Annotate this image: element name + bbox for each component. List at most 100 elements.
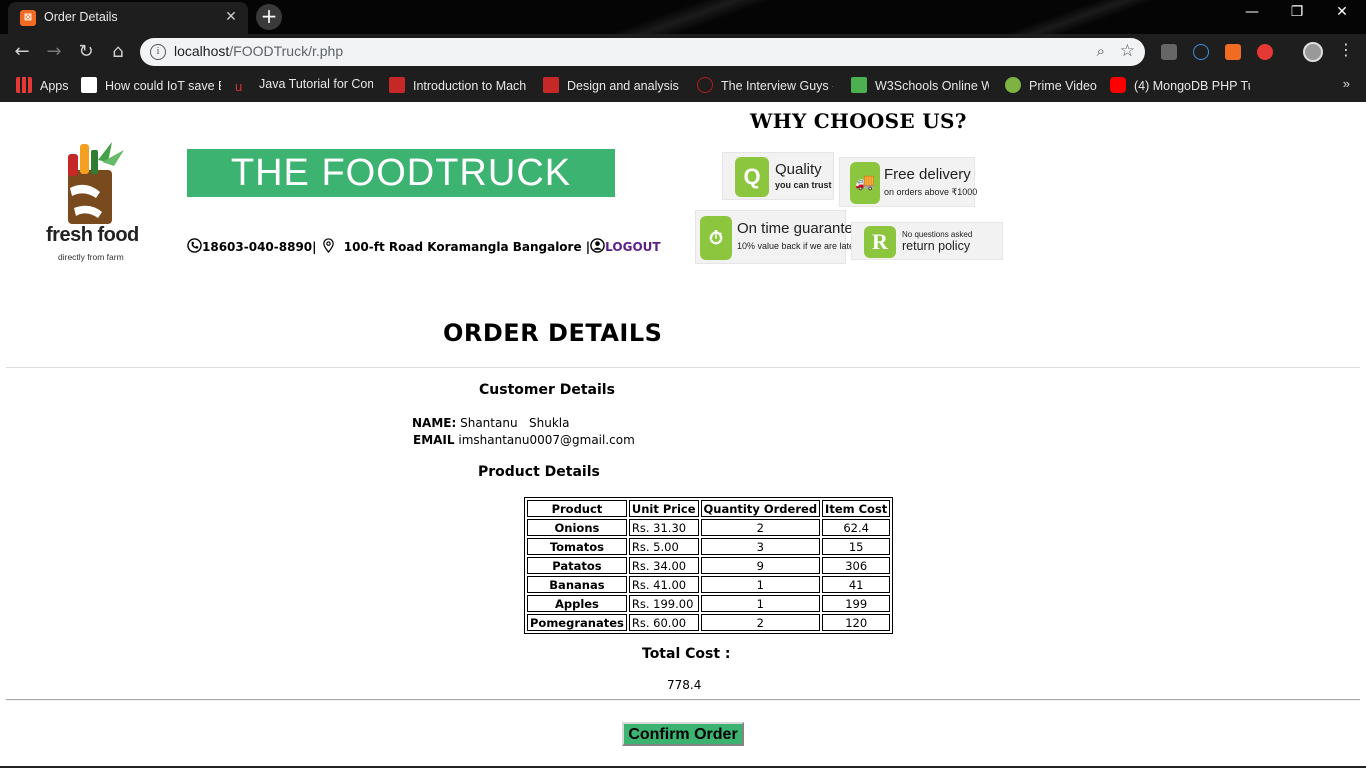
menu-kebab-icon[interactable]: ⋮ [1338,40,1354,59]
tab-title: Order Details [44,10,118,24]
badge-subtitle: No questions asked [902,230,973,239]
on-time-badge: ⏱ On time guarantee 10% value back if we… [695,210,861,264]
browser-tab-bar: ⊠ Order Details ✕ + — ❐ ✕ [0,0,1366,34]
free-delivery-badge: 🚚 Free delivery on orders above ₹1000 [839,157,978,207]
cost-cell: 199 [822,595,891,612]
fresh-food-logo: fresh food directly from farm [40,132,148,264]
cost-cell: 120 [822,614,891,631]
price-cell: Rs. 60.00 [628,614,699,631]
tab-close-icon[interactable]: ✕ [222,8,240,26]
customer-email-row: EMAIL imshantanu0007@gmail.com [413,433,635,447]
brand-banner: THE FOODTRUCK [187,149,615,197]
background-decoration [560,0,820,34]
delivery-truck-icon: 🚚 [850,162,880,204]
extension-icon[interactable] [1161,44,1177,60]
minimize-button[interactable]: — [1230,4,1274,20]
logo-tagline: directly from farm [58,252,124,262]
bookmark-item[interactable]: Prime Video [1005,77,1105,93]
why-choose-us-heading: WHY CHOOSE US? [750,109,967,133]
product-cell: Pomegranates [527,614,627,631]
customer-name: Shantanu Shukla [460,416,570,430]
url-text[interactable]: localhost/FOODTruck/r.php [174,43,343,59]
bookmark-star-icon[interactable]: ☆ [1120,41,1135,61]
back-arrow-icon[interactable]: ← [10,40,34,64]
product-cell: Apples [527,595,627,612]
bookmark-item[interactable]: Introduction to Mach [389,77,527,93]
table-header-row: Product Unit Price Quantity Ordered Item… [527,500,891,517]
divider [6,699,1360,701]
forward-arrow-icon[interactable]: → [42,40,66,64]
badge-title: Free delivery [884,166,971,183]
price-cell: Rs. 199.00 [628,595,699,612]
divider [6,367,1360,368]
cost-cell: 306 [822,557,891,574]
bookmark-item[interactable]: u Java Tutorial for Com [235,77,373,95]
badge-title: Quality [775,161,822,178]
confirm-order-button[interactable]: Confirm Order [622,722,744,746]
extension-lock-icon[interactable] [1225,44,1241,60]
cost-cell: 15 [822,538,891,555]
apps-grid-icon [16,77,32,93]
bookmarks-overflow-icon[interactable]: » [1343,76,1350,91]
cost-cell: 62.4 [822,519,891,536]
bookmark-favicon-icon [543,77,559,93]
home-icon[interactable]: ⌂ [106,40,130,64]
badge-title: return policy [902,239,971,253]
browser-tab[interactable]: ⊠ Order Details ✕ [8,2,248,34]
new-tab-button[interactable]: + [256,4,282,30]
xampp-favicon-icon: ⊠ [20,10,36,26]
product-cell: Onions [527,519,627,536]
bookmark-item[interactable]: How could IoT save E [81,77,221,93]
phone-icon [187,238,202,253]
close-window-button[interactable]: ✕ [1320,4,1364,20]
badge-title: On time guarantee [737,220,862,237]
udemy-icon: u [235,79,243,94]
price-cell: Rs. 5.00 [628,538,699,555]
logout-link[interactable]: LOGOUT [605,240,660,254]
site-info-icon[interactable]: i [150,44,166,60]
cost-cell: 41 [822,576,891,593]
page-content: fresh food directly from farm THE FOODTR… [0,102,1366,768]
bookmark-item[interactable]: Design and analysis o [543,77,681,93]
bookmark-label: The Interview Guys - [721,79,833,93]
qty-cell: 3 [700,538,821,555]
logo-text: fresh food [46,224,139,246]
bookmark-item[interactable]: The Interview Guys - [697,77,833,93]
page-title: ORDER DETAILS [443,319,663,347]
play-icon [1005,77,1021,93]
product-cell: Bananas [527,576,627,593]
bookmark-label: Prime Video [1029,79,1097,93]
product-cell: Tomatos [527,538,627,555]
column-header: Quantity Ordered [700,500,821,517]
badge-subtitle: on orders above ₹1000 [884,187,978,197]
qty-cell: 2 [700,614,821,631]
stopwatch-icon: ⏱ [700,216,732,260]
bookmark-item[interactable]: (4) MongoDB PHP Tu [1110,77,1250,93]
reload-icon[interactable]: ↻ [74,40,98,64]
column-header: Item Cost [822,500,891,517]
address-bar[interactable]: i localhost/FOODTruck/r.php ⌕ ☆ [140,38,1145,66]
restore-button[interactable]: ❐ [1275,4,1319,20]
bookmark-item[interactable]: W3Schools Online W [851,77,989,93]
qty-cell: 9 [700,557,821,574]
w3schools-icon [851,77,867,93]
name-label: NAME: [412,416,457,430]
bookmark-apps[interactable]: Apps [16,77,69,93]
total-cost-label: Total Cost : [642,646,731,662]
table-row: Bananas Rs. 41.00 1 41 [527,576,891,593]
extension-wifi-icon[interactable] [1193,44,1209,60]
profile-avatar[interactable] [1303,42,1323,62]
bookmark-label: Java Tutorial for Com [259,77,373,91]
table-row: Patatos Rs. 34.00 9 306 [527,557,891,574]
table-row: Tomatos Rs. 5.00 3 15 [527,538,891,555]
extension-block-icon[interactable] [1257,44,1273,60]
price-cell: Rs. 41.00 [628,576,699,593]
table-row: Pomegranates Rs. 60.00 2 120 [527,614,891,631]
bookmark-label: W3Schools Online W [875,79,989,93]
bookmark-label: Apps [40,79,69,93]
badge-subtitle: you can trust [775,180,832,190]
zoom-icon[interactable]: ⌕ [1097,42,1105,60]
table-row: Onions Rs. 31.30 2 62.4 [527,519,891,536]
total-cost-value: 778.4 [667,678,702,692]
column-header: Unit Price [628,500,699,517]
